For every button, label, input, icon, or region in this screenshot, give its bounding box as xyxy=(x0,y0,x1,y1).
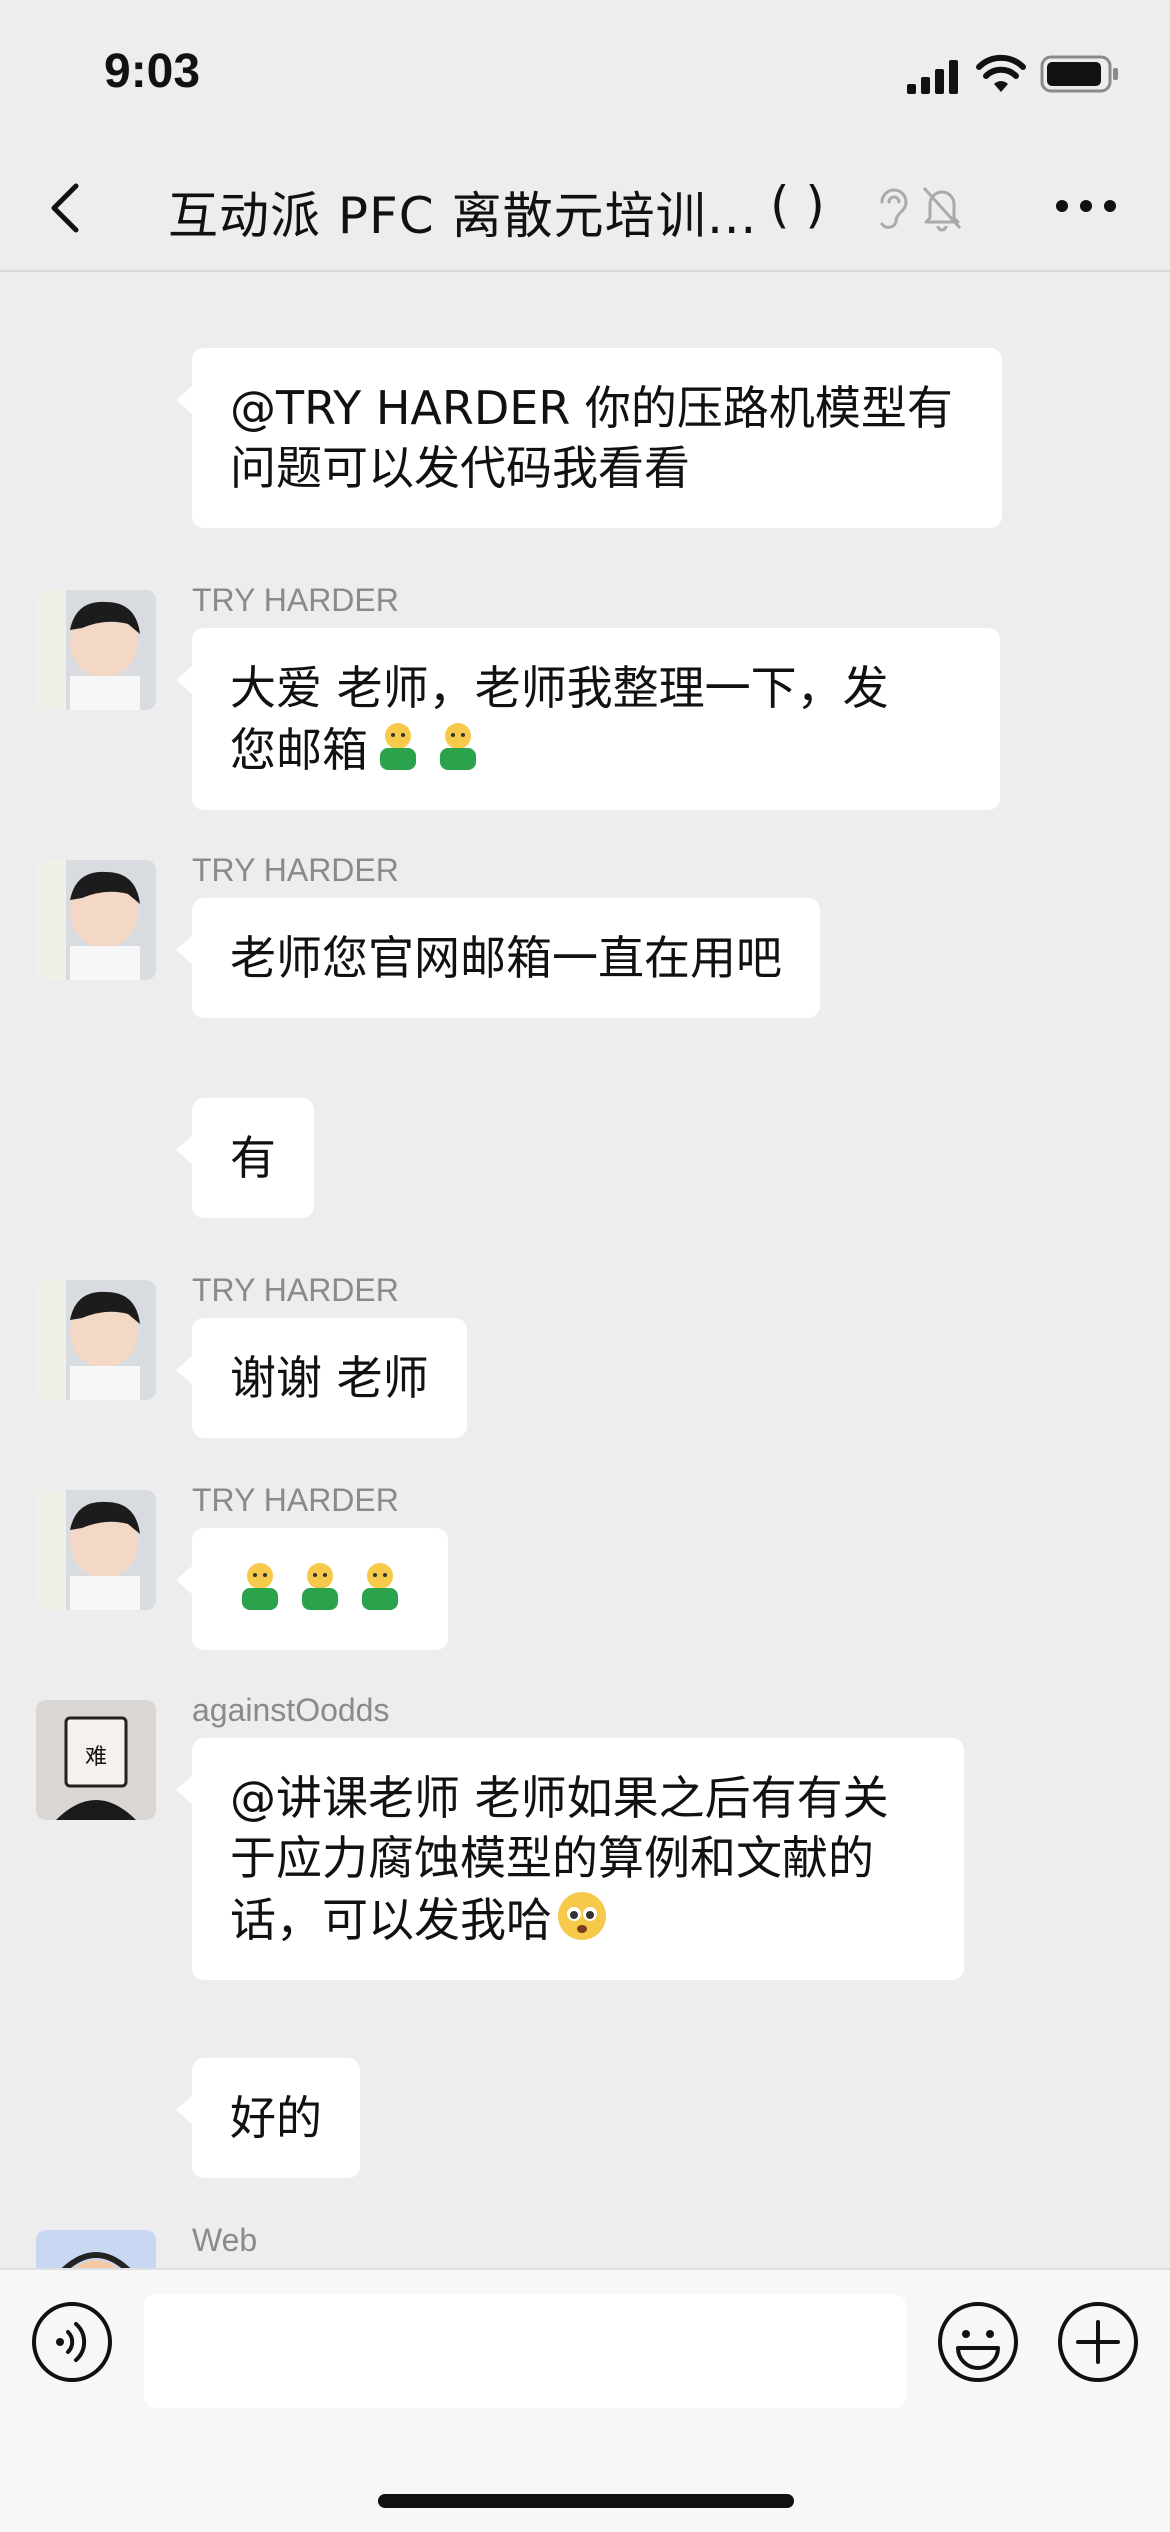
worker-emoji-icon xyxy=(362,1563,398,1610)
pleading-face-emoji-icon xyxy=(558,1892,606,1940)
avatar[interactable] xyxy=(36,1490,156,1610)
message-text: 您邮箱 xyxy=(230,723,368,777)
back-arrow-icon[interactable] xyxy=(44,180,84,236)
message-bubble[interactable]: 谢谢 老师 xyxy=(176,1318,467,1438)
message-text: @讲课老师 老师如果之后有有关 xyxy=(230,1771,889,1825)
status-time: 9:03 xyxy=(104,45,201,98)
sender-name: TRY HARDER xyxy=(192,852,399,888)
message-text: 大爱 老师，老师我整理一下，发 xyxy=(230,661,889,715)
child-avatar-icon xyxy=(36,1490,156,1610)
message-bubble[interactable]: @TRY HARDER 你的压路机模型有问题可以发代码我看看 xyxy=(176,348,1002,528)
bag-head-avatar-icon: 难 xyxy=(36,1700,156,1820)
message-bubble[interactable]: 有 xyxy=(176,1098,314,1218)
worker-emoji-icon xyxy=(242,1563,278,1610)
message-text: 于应力腐蚀模型的算例和文献的 xyxy=(230,1831,874,1885)
message-bubble[interactable] xyxy=(176,1528,448,1650)
more-options-icon[interactable] xyxy=(1054,198,1118,214)
member-count: ( ) xyxy=(770,176,825,234)
avatar[interactable] xyxy=(36,2230,156,2268)
ear-icon xyxy=(880,188,908,229)
avatar[interactable] xyxy=(36,590,156,710)
wifi-icon xyxy=(976,54,1026,92)
home-indicator xyxy=(378,2494,794,2508)
sender-name: TRY HARDER xyxy=(192,1482,399,1518)
worker-emoji-icon xyxy=(380,723,416,770)
input-bar xyxy=(0,2268,1170,2532)
cartoon-avatar-icon xyxy=(36,2230,156,2268)
voice-input-icon[interactable] xyxy=(30,2300,114,2384)
avatar[interactable] xyxy=(36,860,156,980)
message-list[interactable]: @TRY HARDER 你的压路机模型有问题可以发代码我看看 TRY HARDE… xyxy=(0,272,1170,2268)
avatar-label: 难 xyxy=(85,1745,107,1770)
cellular-signal-icon xyxy=(907,60,958,94)
message-bubble[interactable]: 老师您官网邮箱一直在用吧 xyxy=(176,898,820,1018)
child-avatar-icon xyxy=(36,860,156,980)
worker-emoji-icon xyxy=(302,1563,338,1610)
chat-title: 互动派 PFC 离散元培训… xyxy=(168,187,758,245)
message-bubble[interactable]: 大爱 老师，老师我整理一下，发 您邮箱 xyxy=(176,628,1000,810)
message-bubble[interactable]: 好的 xyxy=(176,2058,360,2178)
avatar[interactable] xyxy=(36,1280,156,1400)
emoji-icon[interactable] xyxy=(936,2300,1020,2384)
sender-name: Web xyxy=(192,2222,258,2258)
sender-name: againstOodds xyxy=(192,1692,390,1728)
add-icon[interactable] xyxy=(1056,2300,1140,2384)
avatar[interactable]: 难 xyxy=(36,1700,156,1820)
worker-emoji-icon xyxy=(440,723,476,770)
message-input[interactable] xyxy=(144,2294,906,2408)
message-bubble[interactable]: @讲课老师 老师如果之后有有关 于应力腐蚀模型的算例和文献的 话，可以发我哈 xyxy=(176,1738,964,1980)
child-avatar-icon xyxy=(36,1280,156,1400)
child-avatar-icon xyxy=(36,590,156,710)
chat-header: 互动派 PFC 离散元培训… ( ) xyxy=(0,140,1170,272)
status-bar: 9:03 xyxy=(0,0,1170,140)
mute-bell-icon xyxy=(922,186,962,232)
message-text: 话，可以发我哈 xyxy=(230,1893,552,1947)
battery-icon xyxy=(1040,55,1118,93)
sender-name: TRY HARDER xyxy=(192,582,399,618)
sender-name: TRY HARDER xyxy=(192,1272,399,1308)
